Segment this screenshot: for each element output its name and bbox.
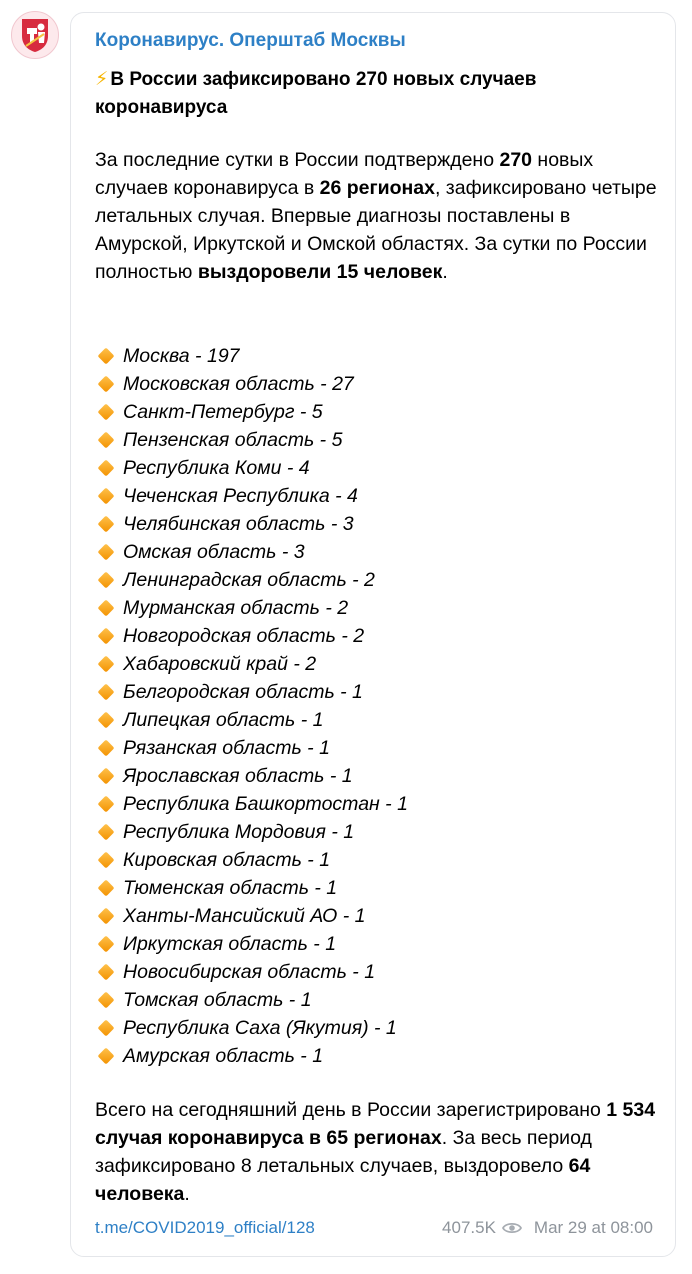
orange-diamond-icon [97,711,115,729]
list-item: Московская область - 27 [95,370,655,398]
orange-diamond-icon [97,627,115,645]
list-item: Челябинская область - 3 [95,510,655,538]
orange-diamond-icon [97,543,115,561]
list-item: Новгородская область - 2 [95,622,655,650]
orange-diamond-icon [97,655,115,673]
orange-diamond-icon [97,851,115,869]
orange-diamond-icon [97,375,115,393]
list-item: Пензенская область - 5 [95,426,655,454]
orange-diamond-icon [97,347,115,365]
orange-diamond-icon [97,431,115,449]
list-item: Тюменская область - 1 [95,874,655,902]
list-item: Томская область - 1 [95,986,655,1014]
list-item: Новосибирская область - 1 [95,958,655,986]
orange-diamond-icon [97,459,115,477]
summary-paragraph: Всего на сегодняшний день в России зарег… [95,1099,656,1205]
list-item: Хабаровский край - 2 [95,650,655,678]
orange-diamond-icon [97,907,115,925]
orange-diamond-icon [97,991,115,1009]
orange-diamond-icon [97,767,115,785]
list-item: Иркутская область - 1 [95,930,655,958]
orange-diamond-icon [97,515,115,533]
view-count: 407.5K [442,1218,496,1237]
orange-diamond-icon [97,403,115,421]
orange-diamond-icon [97,795,115,813]
orange-diamond-icon [97,487,115,505]
list-item: Ярославская область - 1 [95,762,655,790]
post-date[interactable]: Mar 29 at 08:00 [534,1218,653,1238]
list-item: Мурманская область - 2 [95,594,655,622]
list-item: Республика Коми - 4 [95,454,655,482]
list-item: Кировская область - 1 [95,846,655,874]
list-item: Республика Саха (Якутия) - 1 [95,1014,655,1042]
list-item: Республика Башкортостан - 1 [95,790,655,818]
list-item: Рязанская область - 1 [95,734,655,762]
list-item: Белгородская область - 1 [95,678,655,706]
list-item: Омская область - 3 [95,538,655,566]
orange-diamond-icon [97,739,115,757]
list-item: Санкт-Петербург - 5 [95,398,655,426]
orange-diamond-icon [97,1047,115,1065]
post-card: Коронавирус. Оперштаб Москвы ⚡ В России з… [70,12,676,1257]
orange-diamond-icon [97,599,115,617]
orange-diamond-icon [97,935,115,953]
list-item: Ханты-Мансийский АО - 1 [95,902,655,930]
post-footer: t.me/COVID2019_official/128 407.5K Mar 2… [95,1215,653,1241]
orange-diamond-icon [97,879,115,897]
orange-diamond-icon [97,683,115,701]
orange-diamond-icon [97,571,115,589]
list-item: Ленинградская область - 2 [95,566,655,594]
eye-icon [501,1221,522,1235]
list-item: Чеченская Республика - 4 [95,482,655,510]
channel-name[interactable]: Коронавирус. Оперштаб Москвы [95,30,406,52]
orange-diamond-icon [97,1019,115,1037]
list-item: Амурская область - 1 [95,1042,655,1070]
list-item: Липецкая область - 1 [95,706,655,734]
intro-paragraph: За последние сутки в России подтверждено… [95,149,657,283]
orange-diamond-icon [97,963,115,981]
moscow-coat-of-arms-icon [22,19,48,52]
orange-diamond-icon [97,823,115,841]
post-link[interactable]: t.me/COVID2019_official/128 [95,1218,315,1238]
list-item: Республика Мордовия - 1 [95,818,655,846]
headline-text: В России зафиксировано 270 новых случаев… [95,69,537,118]
list-item: Москва - 197 [95,342,655,370]
regions-list: Москва - 197 Московская область - 27 Сан… [95,342,655,1070]
channel-avatar[interactable] [11,11,59,59]
post-headline: ⚡ В России зафиксировано 270 новых случае… [95,66,655,122]
lightning-icon: ⚡ [95,69,109,90]
